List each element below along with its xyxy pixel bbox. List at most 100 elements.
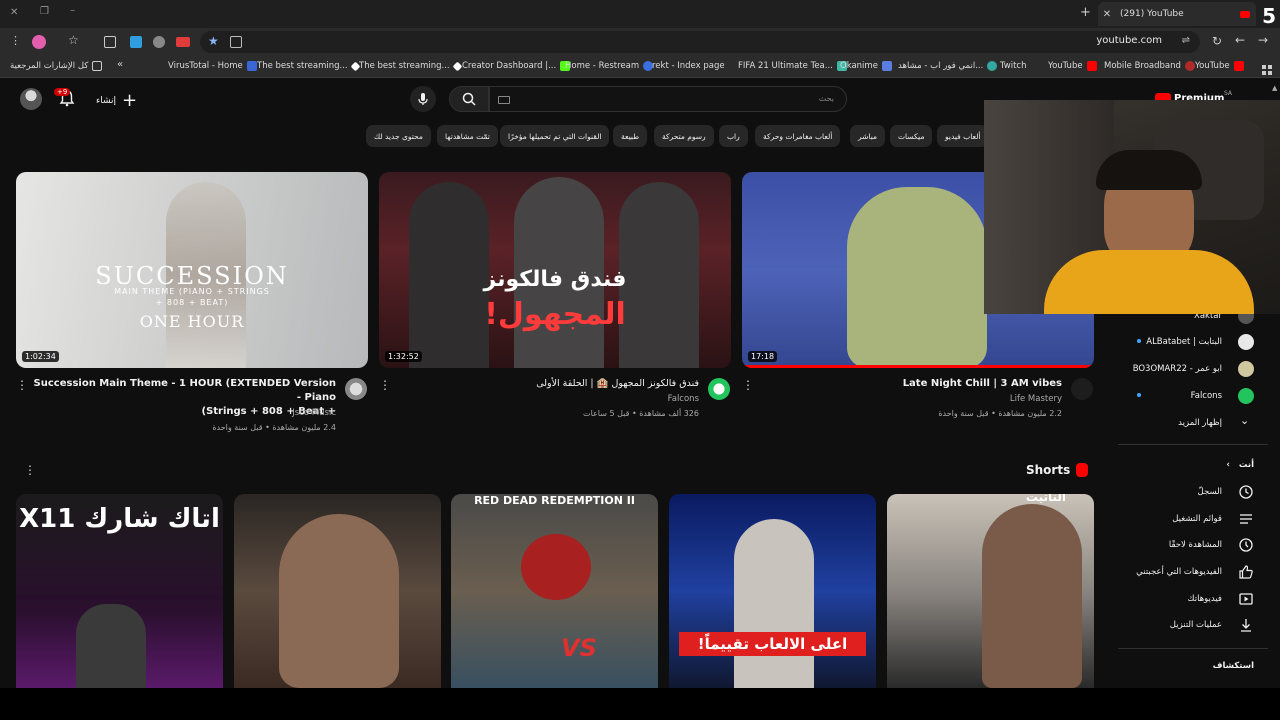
menu-dots-icon[interactable]: ⋮ [10, 34, 21, 47]
bookmarks-overflow-icon[interactable]: « [117, 59, 123, 70]
sidebar-sub-bo3omar[interactable]: ابو عمر - BO3OMAR22 [1133, 364, 1222, 374]
sidebar-history[interactable]: السجلّ [1198, 487, 1222, 497]
video-title-line: Succession Main Theme - 1 HOUR (EXTENDED… [33, 378, 336, 403]
bookmark-twitch[interactable]: Twitch [1000, 61, 1027, 71]
video-menu-icon[interactable]: ⋮ [379, 378, 391, 392]
extension-icon-2[interactable] [153, 36, 165, 48]
star-filled-icon[interactable]: ★ [208, 34, 219, 48]
video-thumbnail[interactable]: فندق فالكونز المجهول! 1:32:52 [379, 172, 731, 368]
bottom-letterbox [0, 688, 1280, 720]
bookmark-restream[interactable]: Home - Restream [565, 61, 654, 71]
scroll-up-icon[interactable]: ▲ [1272, 84, 1277, 92]
bookmark-mobile-broadband[interactable]: Mobile Broadband [1104, 61, 1195, 71]
shorts-heading: Shorts [1026, 463, 1089, 477]
search-button[interactable] [449, 86, 489, 112]
chip-animation[interactable]: رسوم متحركة [654, 125, 714, 147]
sidebar-show-more[interactable]: إظهار المزيد [1178, 418, 1222, 428]
bookmark-anime4up[interactable]: انمي فور اب - مشاهد... [898, 61, 998, 71]
short-overlay-text: اعلى الالعاب تقييماً! [679, 632, 866, 656]
adblock-icon[interactable] [176, 37, 190, 47]
logo-region: SA [1224, 90, 1233, 97]
video-duration: 1:02:34 [22, 351, 59, 362]
url-box[interactable]: ★ youtube.com ⇌ [200, 31, 1200, 53]
corner-number: 5 [1262, 4, 1276, 28]
video-channel-name[interactable]: Life Mastery [860, 394, 1062, 404]
video-channel-name[interactable]: Jsco Music [100, 408, 336, 418]
close-window-icon[interactable]: ✕ [10, 7, 18, 18]
new-tab-icon[interactable]: + [1080, 5, 1091, 20]
video-title[interactable]: Late Night Chill | 3 AM vibes [760, 377, 1062, 391]
short-thumbnail[interactable]: اتاك شارك X11 [16, 494, 223, 688]
bookmark-all[interactable]: كل الإشارات المرجعية [10, 61, 103, 71]
okanime-icon [881, 61, 892, 71]
back-arrow-icon[interactable]: ← [1235, 33, 1245, 47]
share-icon[interactable] [230, 36, 242, 48]
restore-window-icon[interactable]: ❐ [40, 6, 49, 17]
short-thumbnail[interactable]: الناتيت [887, 494, 1094, 688]
sidebar-you-heading[interactable]: أنت › [1226, 460, 1254, 470]
apps-grid-icon[interactable] [1262, 60, 1272, 75]
chip-rap[interactable]: راب [719, 125, 748, 147]
site-info-icon[interactable]: ⇌ [1182, 35, 1190, 46]
chip-live[interactable]: مباشر [850, 125, 885, 147]
browser-tab-youtube[interactable]: ✕ (291) YouTube [1098, 2, 1256, 26]
channel-avatar[interactable] [345, 378, 367, 400]
video-title[interactable]: فندق فالكونز المجهول 🏨 | الحلقة الأولى [400, 377, 699, 391]
short-thumbnail[interactable]: RED DEAD REDEMPTION II VS [451, 494, 658, 688]
short-thumbnail[interactable]: اعلى الالعاب تقييماً! [669, 494, 876, 688]
short-person [279, 514, 399, 688]
sidebar-sub-albatabet[interactable]: البتابت | ALBatabet [1146, 337, 1222, 347]
sidebar-sub-falcons[interactable]: Falcons [1191, 391, 1222, 401]
your-videos-icon [1239, 593, 1253, 605]
short-product [76, 604, 146, 688]
thumbnail-text: فندق فالكونز [483, 267, 627, 292]
bookmark-streaming-1[interactable]: The best streaming... [257, 61, 361, 71]
extensions-icon[interactable] [104, 36, 116, 48]
minimize-window-icon[interactable]: – [70, 5, 75, 16]
video-menu-icon[interactable]: ⋮ [16, 378, 28, 392]
search-input[interactable]: بحث [489, 86, 847, 112]
webcam-overlay [984, 100, 1280, 314]
chip-mixes[interactable]: ميكسات [890, 125, 933, 147]
sidebar-playlists[interactable]: قوائم التشغيل [1172, 514, 1222, 524]
chip-video-games[interactable]: ألعاب فيديو [937, 125, 989, 147]
bookmark-label: YouTube [1048, 61, 1083, 71]
bookmark-virustotal[interactable]: VirusTotal - Home [168, 61, 257, 71]
channel-avatar[interactable] [708, 378, 730, 400]
chip-action-adventure[interactable]: ألعاب مغامرات وحركة [755, 125, 841, 147]
chip-watched[interactable]: تمّت مشاهدتها [437, 125, 498, 147]
close-tab-icon[interactable]: ✕ [1098, 9, 1116, 20]
short-person [734, 519, 814, 688]
short-overlay-text: اتاك شارك X11 [19, 504, 220, 534]
sidebar-your-videos[interactable]: فيديوهاتك [1188, 594, 1222, 604]
voice-search-button[interactable] [410, 86, 436, 112]
chip-new-for-you[interactable]: محتوى جديد لك [366, 125, 431, 147]
video-channel-name[interactable]: Falcons [500, 394, 699, 404]
create-button[interactable]: إنشاء + [96, 90, 137, 111]
shorts-menu-icon[interactable]: ⋮ [24, 463, 36, 477]
video-thumbnail[interactable]: SUCCESSION MAIN THEME (PIANO + STRINGS +… [16, 172, 368, 368]
sidebar-downloads[interactable]: عمليات التنزيل [1170, 620, 1222, 630]
bookmark-youtube-1[interactable]: YouTube [1048, 61, 1097, 71]
bookmark-fifa[interactable]: FIFA 21 Ultimate Tea... [738, 61, 847, 71]
profile-icon[interactable] [32, 35, 46, 49]
bookmark-star-icon[interactable]: ☆ [68, 33, 79, 47]
channel-avatar[interactable] [1071, 378, 1093, 400]
short-thumbnail[interactable] [234, 494, 441, 688]
bookmark-okanime[interactable]: Okanime [840, 61, 892, 71]
extension-icon-1[interactable] [130, 36, 142, 48]
reload-icon[interactable]: ↻ [1212, 34, 1222, 48]
bookmark-youtube-2[interactable]: YouTube [1195, 61, 1244, 71]
anime-icon [987, 61, 998, 71]
chip-recently-uploaded[interactable]: القنوات التي تم تحميلها مؤخرًا [500, 125, 610, 147]
chip-nature[interactable]: طبيعة [613, 125, 648, 147]
avatar[interactable] [20, 88, 42, 110]
bookmark-streaming-2[interactable]: The best streaming... [359, 61, 463, 71]
video-menu-icon[interactable]: ⋮ [742, 378, 754, 392]
sidebar-liked-videos[interactable]: الفيديوهات التي أعجبتني [1136, 567, 1222, 577]
keyboard-icon[interactable] [498, 96, 510, 104]
sidebar-watch-later[interactable]: المشاهدة لاحقًا [1169, 540, 1222, 550]
bookmark-creator-dashboard[interactable]: Creator Dashboard |... [462, 61, 571, 71]
bookmark-rekt[interactable]: rekt - Index page [652, 61, 725, 71]
forward-arrow-icon[interactable]: → [1258, 33, 1268, 47]
